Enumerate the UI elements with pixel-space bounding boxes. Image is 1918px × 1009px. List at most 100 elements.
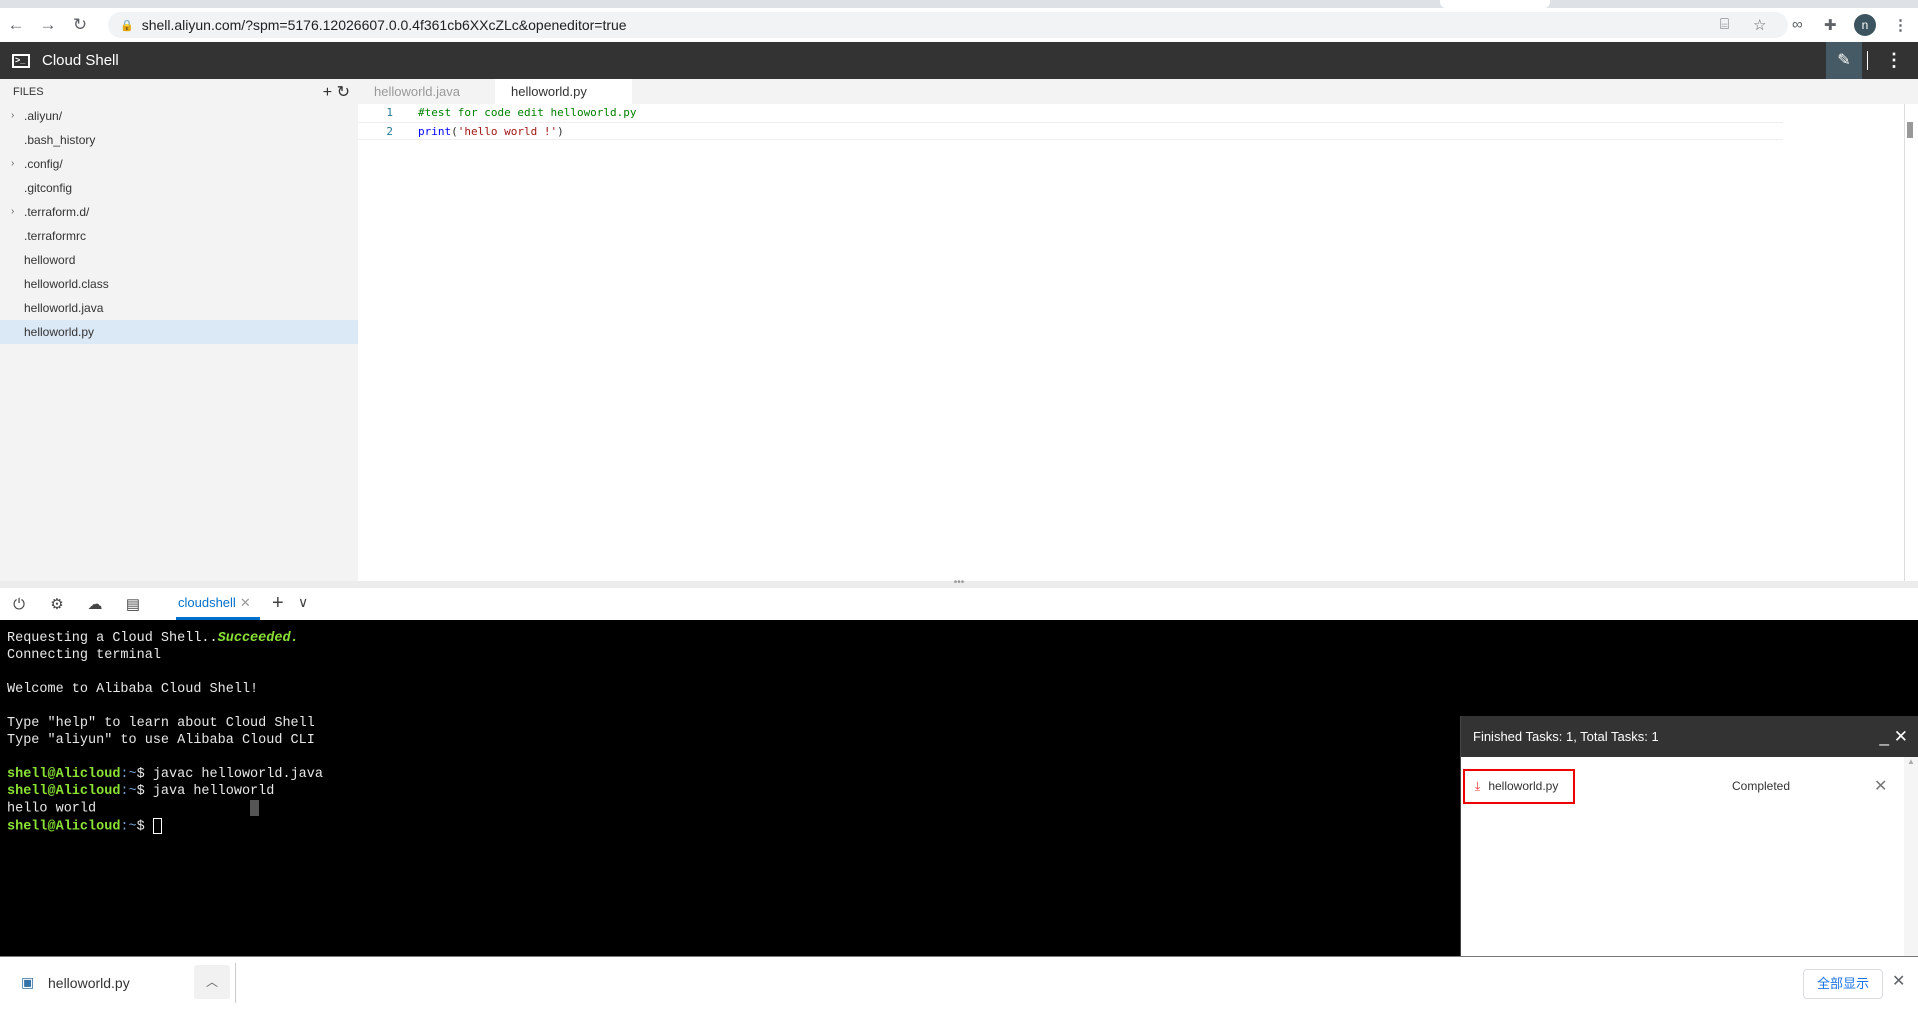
- url-text: shell.aliyun.com/?spm=5176.12026607.0.0.…: [141, 17, 627, 33]
- lock-icon: 🔒: [120, 19, 134, 32]
- prompt-path: :~: [120, 767, 137, 782]
- code-paren: (: [451, 125, 458, 138]
- terminal-output: hello world: [7, 801, 97, 817]
- terminal-text: Type "aliyun" to use Alibaba Cloud CLI: [7, 733, 315, 748]
- file-item[interactable]: helloworld.class: [0, 272, 358, 296]
- app-header: >_ Cloud Shell ✎ ⋮: [0, 42, 1918, 79]
- prompt: shell@Alicloud: [7, 819, 121, 835]
- file-label: helloworld.py: [24, 325, 95, 339]
- file-label: .terraform.d/: [24, 205, 90, 219]
- add-file-icon[interactable]: +: [323, 84, 332, 101]
- task-status: Completed: [1732, 779, 1791, 793]
- remove-task-icon[interactable]: ✕: [1874, 769, 1887, 804]
- panel-resize-handle[interactable]: •••: [0, 578, 1918, 588]
- prompt: shell@Alicloud: [7, 767, 121, 782]
- star-icon[interactable]: ☆: [1753, 16, 1766, 34]
- line-number: 2: [386, 125, 393, 138]
- browser-tab-strip: [0, 0, 1918, 8]
- file-label: helloworld.java: [24, 301, 104, 315]
- prompt-dollar: $: [136, 767, 153, 782]
- file-label: .aliyun/: [24, 109, 63, 123]
- refresh-icon[interactable]: ↻: [337, 84, 350, 101]
- file-item[interactable]: helloworld.java: [0, 296, 358, 320]
- storage-icon[interactable]: ▤: [114, 595, 152, 613]
- file-item[interactable]: helloword: [0, 248, 358, 272]
- browser-toolbar: ← → ↻ 🔒 shell.aliyun.com/?spm=5176.120266…: [0, 8, 1918, 42]
- prompt-dollar: $: [136, 819, 153, 835]
- tab-helloworld-java[interactable]: helloworld.java: [358, 79, 495, 104]
- file-label: .gitconfig: [24, 181, 73, 195]
- line-number: 1: [386, 106, 393, 119]
- code-editor[interactable]: 1 #test for code edit helloworld.py 2 prin…: [358, 104, 1904, 581]
- puzzle-icon[interactable]: ✚: [1824, 16, 1837, 34]
- add-tab-icon[interactable]: +: [272, 592, 284, 615]
- terminal-logo-icon: >_: [12, 53, 30, 68]
- download-bar: ▣ helloworld.py ︿ 全部显示 ✕: [0, 956, 1918, 1009]
- prompt-dollar: $: [136, 784, 153, 799]
- prompt-path: :~: [120, 784, 137, 799]
- more-menu-icon[interactable]: ⋮: [1885, 42, 1903, 79]
- edit-button[interactable]: ✎: [1826, 42, 1862, 79]
- task-file: helloworld.py: [1488, 779, 1559, 793]
- terminal-text: Type "help" to learn about Cloud Shell: [7, 716, 315, 731]
- tasks-header: Finished Tasks: 1, Total Tasks: 1: [1473, 729, 1659, 744]
- file-item[interactable]: › .terraform.d/: [0, 200, 358, 224]
- task-item[interactable]: ⤓ helloworld.py: [1463, 769, 1575, 804]
- file-item[interactable]: .gitconfig: [0, 176, 358, 200]
- file-label: .config/: [24, 157, 63, 171]
- close-icon[interactable]: ✕: [1892, 971, 1905, 991]
- divider: [235, 963, 236, 1003]
- show-all-button[interactable]: 全部显示: [1803, 969, 1883, 999]
- file-item[interactable]: .terraformrc: [0, 224, 358, 248]
- download-item[interactable]: helloworld.py: [48, 975, 130, 991]
- file-item[interactable]: helloworld.py: [0, 320, 358, 344]
- terminal-success: Succeeded.: [217, 631, 299, 646]
- terminal-text: Connecting terminal: [7, 648, 161, 663]
- browser-menu-icon[interactable]: ⋮: [1893, 16, 1908, 34]
- browser-tab[interactable]: [1440, 0, 1550, 8]
- divider: [1867, 51, 1868, 70]
- files-header: FILES: [13, 85, 44, 98]
- terminal-text: Requesting a Cloud Shell..: [7, 631, 218, 646]
- tab-cloudshell[interactable]: cloudshell ✕: [176, 588, 260, 620]
- translate-icon[interactable]: ⌸: [1720, 16, 1729, 33]
- back-icon[interactable]: ←: [0, 15, 32, 35]
- chevron-down-icon[interactable]: ∨: [298, 594, 308, 611]
- file-explorer: FILES + ↻ › .aliyun/ .bash_history › .config…: [0, 79, 358, 581]
- power-icon[interactable]: ⏻: [0, 596, 38, 613]
- chevron-right-icon[interactable]: ›: [11, 104, 14, 128]
- close-icon[interactable]: ✕: [1894, 727, 1908, 746]
- cloud-upload-icon[interactable]: ☁: [76, 595, 114, 613]
- close-icon[interactable]: ✕: [240, 595, 251, 610]
- forward-icon[interactable]: →: [32, 15, 64, 35]
- file-item[interactable]: › .config/: [0, 152, 358, 176]
- pencil-icon: ✎: [1837, 52, 1851, 69]
- selection-block: [250, 800, 260, 816]
- tasks-panel: Finished Tasks: 1, Total Tasks: 1 _ ✕ ⤓ he…: [1460, 716, 1918, 956]
- editor-tabs: helloworld.java helloworld.py: [358, 79, 1918, 104]
- terminal-toolbar: ⏻ ⚙ ☁ ▤ cloudshell ✕ + ∨: [0, 588, 1918, 620]
- chevron-right-icon[interactable]: ›: [11, 152, 14, 176]
- tab-helloworld-py[interactable]: helloworld.py: [495, 79, 632, 104]
- code-comment: #test for code edit helloworld.py: [418, 106, 637, 119]
- tasks-scrollbar[interactable]: ▲: [1904, 757, 1918, 956]
- prompt-path: :~: [120, 819, 137, 835]
- avatar[interactable]: n: [1854, 14, 1876, 36]
- extension-icon[interactable]: ∞: [1792, 16, 1803, 33]
- file-item[interactable]: .bash_history: [0, 128, 358, 152]
- file-label: helloword: [24, 253, 76, 267]
- chevron-up-icon[interactable]: ︿: [194, 965, 230, 999]
- editor-scrollbar[interactable]: [1904, 104, 1918, 581]
- code-string: 'hello world !': [457, 125, 558, 138]
- address-bar[interactable]: 🔒 shell.aliyun.com/?spm=5176.12026607.0.0…: [108, 12, 1788, 38]
- file-item[interactable]: › .aliyun/: [0, 104, 358, 128]
- terminal-text: Welcome to Alibaba Cloud Shell!: [7, 682, 259, 697]
- gear-icon[interactable]: ⚙: [38, 595, 76, 613]
- terminal-cursor: [152, 817, 162, 834]
- code-keyword: print: [418, 125, 452, 138]
- minimize-icon[interactable]: _: [1880, 727, 1889, 746]
- reload-icon[interactable]: ↻: [64, 15, 96, 35]
- app-title: Cloud Shell: [42, 52, 119, 69]
- chevron-right-icon[interactable]: ›: [11, 200, 14, 224]
- command: java helloworld: [152, 784, 275, 799]
